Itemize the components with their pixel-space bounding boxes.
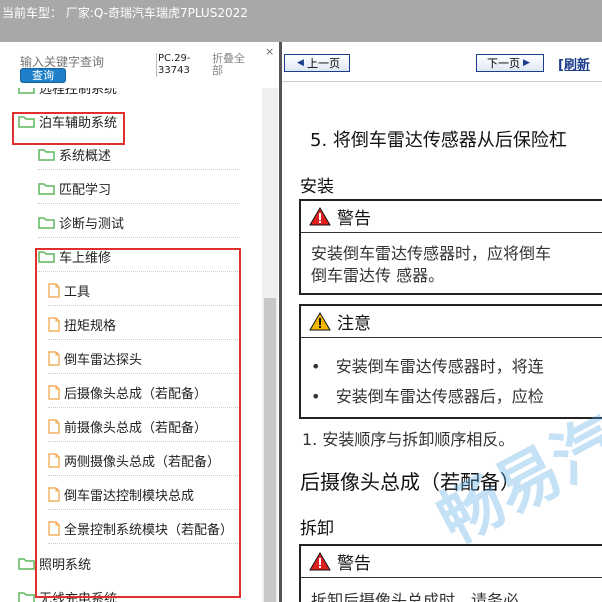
tree-folder-item[interactable]: 诊断与测试 [38, 208, 240, 238]
arrow-left-icon: ◀ [297, 58, 304, 68]
caution-bullet-2-text: 安装倒车雷达传感器后，应检 [335, 387, 544, 406]
next-page-button[interactable]: 下一页 ▶ [476, 54, 544, 72]
warning-title: 警告 [337, 209, 371, 229]
search-area: 查询 PC.29-33743 折叠全部 × [0, 42, 279, 88]
remove-heading: 拆卸 [300, 519, 334, 539]
tree-item-label: 系统概述 [59, 149, 112, 164]
step-5: 5. 将倒车雷达传感器从后保险杠 [310, 130, 567, 151]
current-model-title: 当前车型： 厂家:Q-奇瑞汽车瑞虎7PLUS2022 [2, 6, 248, 20]
search-button[interactable]: 查询 [20, 68, 66, 83]
title-bar: 当前车型： 厂家:Q-奇瑞汽车瑞虎7PLUS2022 [0, 0, 602, 42]
content-pane: ◀ 上一页 下一页 ▶ [刷新 5. 将倒车雷达传感器从后保险杠 安装 警告 安装倒… [282, 42, 602, 602]
collapse-all-button[interactable]: 折叠全部 [212, 53, 252, 77]
caution-bullet-1: • 安装倒车雷达传感器时，将连 [311, 357, 544, 376]
tree-item-label: 远程控制系统 [39, 88, 118, 97]
tree-scrollbar[interactable] [262, 88, 278, 602]
pc-code: PC.29-33743 [156, 53, 202, 77]
tree-folder-item[interactable]: 远程控制系统 [18, 88, 240, 102]
next-page-label: 下一页 [487, 57, 521, 70]
arrow-right-icon: ▶ [523, 58, 530, 68]
highlight-box-onboard-repair [35, 248, 241, 598]
warning-2-title: 警告 [337, 554, 371, 574]
warning-box-2: 警告 拆卸后摄像头总成时，请务必 [299, 544, 602, 602]
tree-item-label: 匹配学习 [59, 183, 112, 198]
caution-header: 注意 [301, 306, 602, 338]
caution-bullet-2: • 安装倒车雷达传感器后，应检 [311, 387, 544, 406]
folder-icon [18, 591, 35, 602]
caution-title: 注意 [337, 314, 371, 334]
folder-icon [18, 557, 35, 570]
folder-icon [38, 183, 55, 195]
highlight-box-parking-assist [12, 112, 125, 145]
close-icon[interactable]: × [265, 45, 274, 58]
warning-2-line-1: 拆卸后摄像头总成时，请务必 [311, 591, 520, 602]
warning-line-2: 倒车雷达传 感器。 [311, 266, 445, 285]
warning-icon [309, 552, 331, 571]
tree-folder-item[interactable]: 匹配学习 [38, 174, 240, 204]
warning-2-header: 警告 [301, 546, 602, 578]
scrollbar-thumb[interactable] [264, 298, 276, 602]
warning-icon [309, 207, 331, 226]
refresh-link[interactable]: [刷新 [558, 54, 590, 73]
prev-page-label: 上一页 [306, 57, 340, 70]
warning-line-1: 安装倒车雷达传感器时，应将倒车 [311, 244, 552, 263]
caution-box: 注意 • 安装倒车雷达传感器时，将连 • 安装倒车雷达传感器后，应检 [299, 304, 602, 419]
caution-icon [309, 312, 331, 331]
folder-icon [18, 88, 35, 94]
caution-bullet-1-text: 安装倒车雷达传感器时，将连 [335, 357, 544, 376]
prev-page-button[interactable]: ◀ 上一页 [284, 54, 350, 72]
folder-icon [38, 217, 55, 229]
folder-icon [38, 149, 55, 161]
tree-item-label: 诊断与测试 [59, 217, 125, 232]
section-heading: 后摄像头总成（若配备） [300, 470, 520, 494]
step-1: 1. 安装顺序与拆卸顺序相反。 [302, 430, 515, 449]
warning-box-1: 警告 安装倒车雷达传感器时，应将倒车 倒车雷达传 感器。 [299, 199, 602, 295]
warning-header: 警告 [301, 201, 602, 233]
sidebar: 查询 PC.29-33743 折叠全部 × 远程控制系统泊车辅助系统系统概述匹配… [0, 42, 279, 602]
page-nav-bar: ◀ 上一页 下一页 ▶ [刷新 [282, 42, 602, 82]
install-heading: 安装 [300, 177, 334, 197]
